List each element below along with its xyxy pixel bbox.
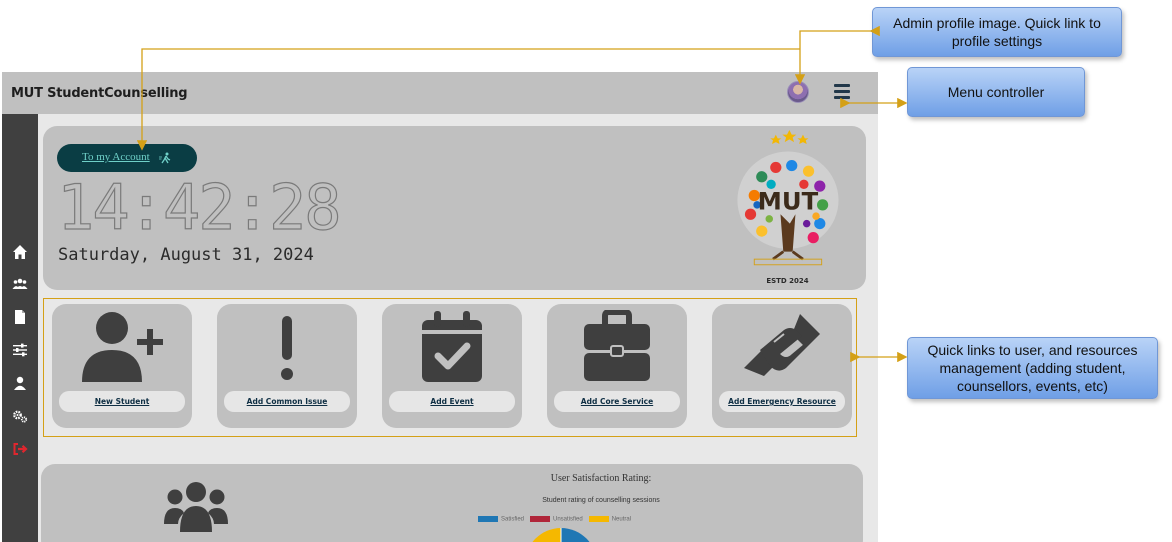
handshake-icon [744, 314, 820, 376]
walking-icon [159, 152, 171, 164]
hero-panel: To my Account 14:42:28 Saturday, August … [43, 126, 866, 290]
logo-stars [770, 130, 809, 145]
users-group-icon [164, 482, 228, 532]
pie-slice-satisfied [561, 528, 590, 542]
calendar-check-icon [422, 311, 482, 382]
callout-admin-profile: Admin profile image. Quick link to profi… [872, 7, 1122, 57]
quick-link-label: Add Common Issue [224, 391, 350, 412]
quick-link-add-emergency-resource[interactable]: Add Emergency Resource [712, 304, 852, 428]
legend-item-satisfied[interactable]: Satisfied [478, 515, 524, 522]
user-icon[interactable] [12, 375, 28, 391]
annotated-screenshot: MUT StudentCounselling To my Account 14:… [0, 0, 1172, 542]
gears-icon[interactable] [12, 408, 28, 424]
quick-links-panel: New Student Add Common Issue Add Event A… [43, 298, 857, 437]
my-account-label: To my Account [82, 151, 150, 163]
top-bar: MUT StudentCounselling [2, 72, 878, 114]
sliders-icon[interactable] [12, 342, 28, 358]
rating-subtitle: Student rating of counselling sessions [542, 497, 660, 504]
briefcase-icon [584, 310, 650, 381]
exclamation-icon [281, 316, 293, 380]
quick-link-add-event[interactable]: Add Event [382, 304, 522, 428]
quick-link-label: Add Core Service [554, 391, 680, 412]
rating-pie-chart [532, 528, 590, 542]
quick-link-label: Add Event [389, 391, 515, 412]
quick-link-label: New Student [59, 391, 185, 412]
legend-item-neutral[interactable]: Neutral [588, 515, 631, 522]
quick-link-add-common-issue[interactable]: Add Common Issue [217, 304, 357, 428]
app-window: MUT StudentCounselling To my Account 14:… [2, 72, 878, 542]
callout-menu-controller: Menu controller [907, 67, 1085, 117]
mut-logo: MUT ESTD 2024 [730, 130, 845, 286]
pie-slice-neutral [532, 528, 561, 542]
callout-quick-links: Quick links to user, and resources manag… [907, 337, 1158, 399]
hamburger-menu-icon[interactable] [834, 84, 850, 100]
home-icon[interactable] [12, 244, 28, 260]
app-brand: MUT StudentCounselling [11, 86, 188, 101]
quick-link-label: Add Emergency Resource [719, 391, 845, 412]
date-display: Saturday, August 31, 2024 [58, 245, 314, 265]
users-icon[interactable] [12, 276, 28, 292]
sidebar [2, 114, 38, 542]
logo-text: MUT [758, 187, 819, 216]
rating-title: User Satisfaction Rating: [550, 473, 652, 484]
logo-estd: ESTD 2024 [766, 277, 809, 285]
satisfaction-panel: User Satisfaction Rating: Student rating… [41, 464, 863, 542]
document-icon[interactable] [12, 309, 28, 325]
clock-display: 14:42:28 [56, 170, 342, 244]
user-plus-icon [82, 312, 163, 382]
admin-avatar-icon[interactable] [787, 81, 809, 103]
rating-legend: Satisfied Unsatisfied Neutral [478, 514, 631, 524]
logout-icon[interactable] [12, 441, 28, 457]
quick-link-new-student[interactable]: New Student [52, 304, 192, 428]
legend-item-unsatisfied[interactable]: Unsatisfied [530, 515, 583, 522]
quick-link-add-core-service[interactable]: Add Core Service [547, 304, 687, 428]
